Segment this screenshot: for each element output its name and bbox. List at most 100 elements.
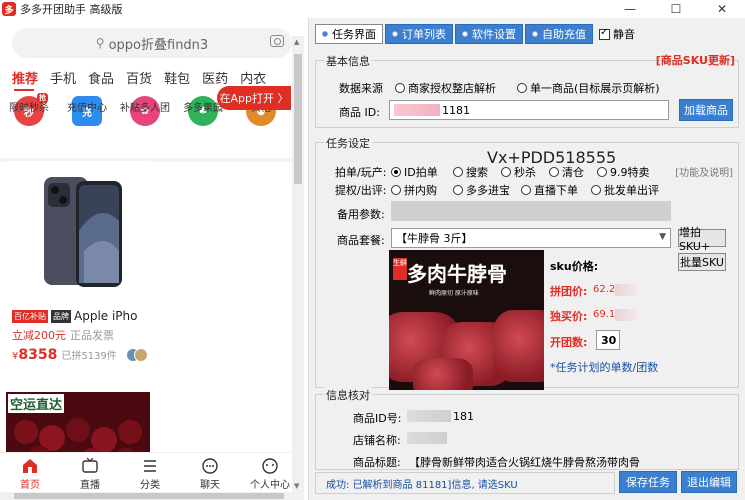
search-bar[interactable]: ⚲ oppo折叠findn3 bbox=[12, 28, 292, 58]
tab-dot-icon bbox=[532, 31, 538, 37]
fresh-badge: 生鲜 bbox=[393, 258, 407, 280]
home-icon bbox=[23, 459, 37, 473]
batch-sku-button[interactable]: 批量SKU bbox=[678, 253, 726, 271]
mode-search[interactable]: 搜索 bbox=[453, 164, 488, 180]
verify-title-label: 商品标题: bbox=[353, 456, 401, 469]
radio-button[interactable] bbox=[391, 185, 401, 195]
group-title: 信息核对 bbox=[324, 387, 372, 403]
group-price-value: 62.2 bbox=[593, 284, 616, 295]
category-tab-recommend[interactable]: 推荐 bbox=[12, 68, 38, 88]
source-label: 数据来源 bbox=[339, 82, 383, 95]
verify-shop-label: 店铺名称: bbox=[353, 434, 401, 447]
phone-preview: ⚲ oppo折叠findn3 推荐 手机 食品 百货 鞋包 医药 内衣 秒 抢 … bbox=[0, 18, 304, 500]
review-internal[interactable]: 拼内购 bbox=[391, 182, 437, 198]
minimize-button[interactable]: — bbox=[607, 0, 653, 18]
radio-button[interactable] bbox=[395, 83, 405, 93]
category-tab-goods[interactable]: 百货 bbox=[126, 68, 152, 88]
quick-icon-recharge[interactable]: 充 充值中心 bbox=[58, 96, 116, 156]
brand-tag: 品牌 bbox=[51, 309, 71, 323]
goods-id-input[interactable]: 1181 bbox=[389, 100, 669, 120]
radio-button[interactable] bbox=[591, 185, 601, 195]
load-goods-button[interactable]: 加载商品 bbox=[679, 99, 733, 121]
radio-button[interactable] bbox=[521, 185, 531, 195]
category-tab-shoes[interactable]: 鞋包 bbox=[164, 68, 190, 88]
goods-id-value: 1181 bbox=[442, 103, 470, 117]
radio-button[interactable] bbox=[453, 185, 463, 195]
review-live[interactable]: 直播下单 bbox=[521, 182, 578, 198]
source-option-single[interactable]: 单一商品(目标展示页解析) bbox=[517, 80, 660, 96]
scrollbar-thumb[interactable] bbox=[14, 493, 284, 499]
product-card[interactable]: 百亿补贴 品牌 Apple iPho 立减200元 正品发票 ¥ 8358 已拼5… bbox=[6, 161, 150, 381]
save-task-button[interactable]: 保存任务 bbox=[619, 471, 677, 493]
option-label: 单一商品(目标展示页解析) bbox=[530, 82, 660, 95]
package-label: 商品套餐: bbox=[337, 234, 385, 247]
scrollbar-thumb[interactable] bbox=[294, 54, 302, 184]
exit-edit-button[interactable]: 退出编辑 bbox=[681, 471, 737, 493]
quick-icon-flash-sale[interactable]: 秒 抢 限时秒杀 bbox=[0, 93, 58, 156]
radio-button[interactable] bbox=[549, 167, 559, 177]
horizontal-scrollbar[interactable] bbox=[0, 492, 304, 500]
tab-orders[interactable]: 订单列表 bbox=[385, 24, 453, 44]
close-button[interactable]: ✕ bbox=[699, 0, 745, 18]
order-mode-label: 拍单/玩产: bbox=[335, 166, 387, 179]
mode-id-order[interactable]: ID拍单 bbox=[391, 164, 438, 180]
source-option-shop[interactable]: 商家授权整店解析 bbox=[395, 80, 496, 96]
verify-title-value: 【脖骨新鲜带肉适合火锅红烧牛脖骨熬汤带肉骨 bbox=[409, 456, 640, 469]
group-count-value: 30 bbox=[601, 333, 617, 347]
add-sku-button[interactable]: 增拍SKU+ bbox=[678, 226, 726, 253]
option-label: 多多进宝 bbox=[466, 184, 510, 197]
mute-toggle[interactable]: 静音 bbox=[599, 24, 635, 44]
package-select[interactable]: 【牛脖骨 3斤】 ▼ bbox=[391, 228, 671, 248]
verify-goods-id-label: 商品ID号: bbox=[353, 412, 402, 425]
radio-button[interactable] bbox=[391, 167, 401, 177]
scroll-down-icon[interactable]: ▼ bbox=[294, 482, 299, 490]
category-tab-medicine[interactable]: 医药 bbox=[202, 68, 228, 88]
quick-icon-subsidy-group[interactable]: ✿ 补贴多人团 bbox=[116, 96, 174, 156]
category-tab-underwear[interactable]: 内衣 bbox=[240, 68, 266, 88]
mode-99-sale[interactable]: 9.9特卖 bbox=[597, 164, 650, 180]
option-label: 9.9特卖 bbox=[610, 166, 650, 179]
tab-dot-icon bbox=[322, 31, 328, 37]
chat-icon bbox=[202, 458, 218, 474]
tab-label: 任务界面 bbox=[332, 28, 376, 41]
radio-button[interactable] bbox=[453, 167, 463, 177]
radio-button[interactable] bbox=[597, 167, 607, 177]
category-tab-phone[interactable]: 手机 bbox=[50, 68, 76, 88]
nav-label: 分类 bbox=[140, 480, 160, 491]
discount-text: 立减200元 bbox=[12, 329, 66, 342]
tab-task[interactable]: 任务界面 bbox=[315, 24, 383, 44]
sku-update-link[interactable]: [商品SKU更新] bbox=[656, 52, 735, 68]
review-wholesale[interactable]: 批发单出评 bbox=[591, 182, 659, 198]
goods-id-label: 商品 ID: bbox=[339, 106, 380, 119]
open-in-app-button[interactable]: 在App打开 〉 bbox=[217, 86, 291, 110]
review-mode-label: 提权/出评: bbox=[335, 184, 387, 197]
help-link[interactable]: [功能及说明] bbox=[675, 164, 733, 179]
backup-param-input[interactable] bbox=[391, 201, 671, 221]
mode-clearance[interactable]: 清仓 bbox=[549, 164, 584, 180]
scroll-up-icon[interactable]: ▲ bbox=[294, 38, 299, 46]
tv-icon bbox=[82, 458, 98, 473]
nav-label: 个人中心 bbox=[250, 480, 290, 491]
mute-checkbox[interactable] bbox=[599, 27, 610, 40]
group-count-input[interactable]: 30 bbox=[596, 330, 620, 350]
tab-recharge[interactable]: 自助充值 bbox=[525, 24, 593, 44]
option-label: 直播下单 bbox=[534, 184, 578, 197]
option-label: 搜索 bbox=[466, 166, 488, 179]
product-discount: 立减200元 正品发票 bbox=[12, 327, 114, 343]
maximize-button[interactable]: ☐ bbox=[653, 0, 699, 18]
mute-label: 静音 bbox=[613, 28, 635, 41]
category-tab-food[interactable]: 食品 bbox=[88, 68, 114, 88]
option-label: 批发单出评 bbox=[604, 184, 659, 197]
radio-button[interactable] bbox=[501, 167, 511, 177]
group-title: 基本信息 bbox=[324, 53, 372, 69]
tab-settings[interactable]: 软件设置 bbox=[455, 24, 523, 44]
vertical-scrollbar[interactable]: ▲ ▼ bbox=[292, 36, 304, 492]
camera-icon[interactable] bbox=[270, 35, 284, 47]
buyer-avatars bbox=[126, 348, 148, 362]
status-text: 成功: 已解析到商品 81181]信息, 请选SKU bbox=[326, 479, 518, 491]
mode-flash-sale[interactable]: 秒杀 bbox=[501, 164, 536, 180]
invoice-note: 正品发票 bbox=[70, 329, 114, 342]
review-duoduo[interactable]: 多多进宝 bbox=[453, 182, 510, 198]
package-value: 【牛脖骨 3斤】 bbox=[396, 232, 473, 245]
radio-button[interactable] bbox=[517, 83, 527, 93]
